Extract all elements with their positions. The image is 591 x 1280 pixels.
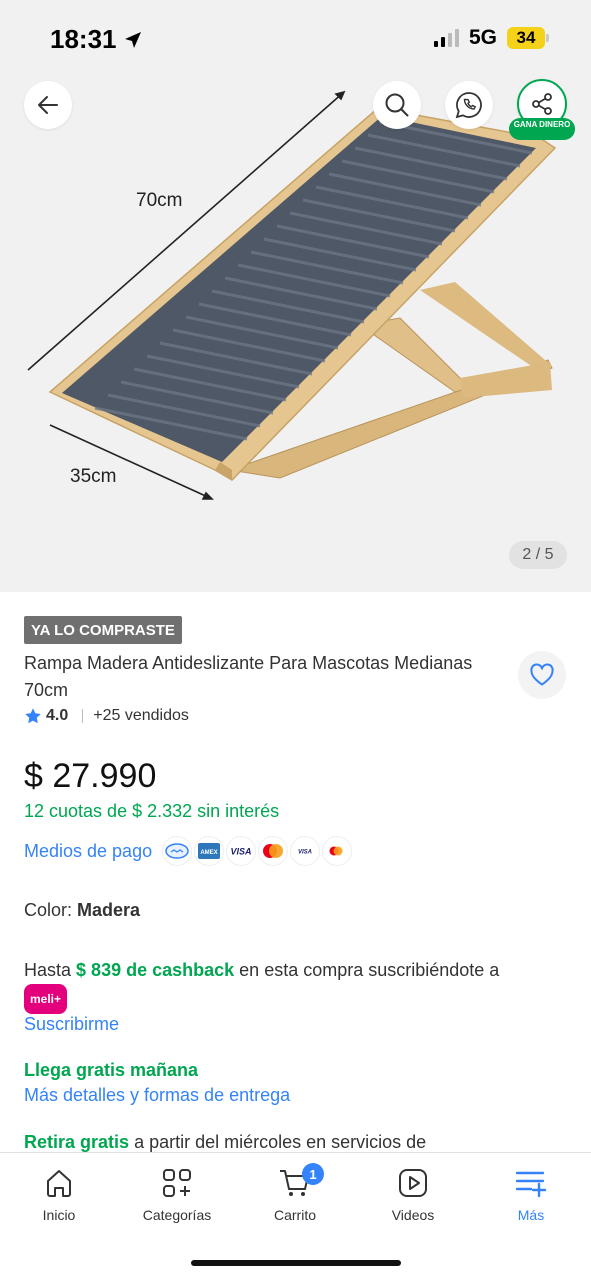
- cashback-suffix: en esta compra suscribiéndote a: [239, 960, 500, 980]
- product-image[interactable]: 70cm 35cm: [0, 0, 591, 592]
- network-type: 5G: [468, 26, 497, 49]
- nav-home[interactable]: Inicio: [4, 1167, 114, 1223]
- installments: 12 cuotas de $ 2.332 sin interés: [24, 801, 280, 821]
- share-icon: [532, 93, 552, 115]
- pickup-text: a partir del miércoles en servicios de: [134, 1132, 427, 1152]
- cashback-info: Hasta $ 839 de cashback en esta compra s…: [24, 956, 504, 1014]
- search-button[interactable]: [373, 81, 421, 129]
- visa-icon: VISA: [226, 836, 257, 866]
- mastercard-icon: [258, 836, 289, 866]
- earn-money-badge[interactable]: GANA DINERO: [509, 118, 575, 140]
- purchased-badge: YA LO COMPRASTE: [24, 616, 182, 644]
- arrow-left-icon: [38, 96, 58, 114]
- home-icon: [47, 1170, 71, 1197]
- payment-methods-row[interactable]: Medios de pago AMEX VISA VISA: [24, 836, 354, 866]
- nav-videos[interactable]: Videos: [358, 1167, 468, 1223]
- free-delivery: Llega gratis mañana: [24, 1060, 199, 1080]
- status-bar: 18:31 5G 34: [0, 0, 591, 78]
- nav-more-label: Más: [517, 1207, 545, 1223]
- mastercard-debit-icon: [322, 836, 353, 866]
- svg-text:AMEX: AMEX: [200, 850, 217, 856]
- product-title: Rampa Madera Antideslizante Para Mascota…: [24, 653, 473, 700]
- pickup-prefix: Retira gratis: [24, 1132, 130, 1152]
- nav-categories[interactable]: Categorías: [122, 1167, 232, 1223]
- status-time: 18:31: [50, 24, 143, 55]
- more-icon: [515, 1171, 547, 1198]
- location-arrow-icon: [124, 31, 141, 48]
- favorite-button[interactable]: [518, 651, 566, 699]
- payment-methods-link[interactable]: Medios de pago: [24, 841, 152, 862]
- svg-text:VISA: VISA: [298, 850, 312, 856]
- rating-row[interactable]: 4.0 +25 vendidos: [24, 707, 189, 725]
- battery-icon: 34: [507, 27, 549, 49]
- delivery-details-link[interactable]: Más detalles y formas de entrega: [24, 1085, 290, 1106]
- status-indicators: 5G 34: [433, 26, 549, 50]
- whatsapp-icon: [455, 92, 482, 119]
- pickup-info: Retira gratis a partir del miércoles en …: [24, 1132, 426, 1153]
- cart-count-badge: 1: [302, 1163, 324, 1185]
- amex-icon: AMEX: [194, 836, 225, 866]
- meli-plus-badge: meli+: [24, 984, 68, 1014]
- back-button[interactable]: [24, 81, 72, 129]
- signal-icon: [433, 29, 459, 47]
- nav-cart[interactable]: 1 Carrito: [240, 1163, 350, 1223]
- video-icon: [399, 1169, 427, 1197]
- price: $ 27.990: [24, 757, 157, 795]
- nav-more[interactable]: Más: [476, 1167, 586, 1223]
- categories-icon: [163, 1169, 191, 1197]
- heart-icon: [530, 663, 554, 686]
- color-value: Madera: [77, 900, 141, 920]
- star-icon: [25, 708, 41, 724]
- subscribe-link[interactable]: Suscribirme: [24, 1014, 119, 1035]
- cashback-amount: $ 839 de cashback: [76, 960, 235, 980]
- dimension-width-label: 35cm: [70, 466, 116, 487]
- product-gallery[interactable]: 70cm 35cm GANA DINERO 2 / 5: [0, 0, 591, 592]
- dimension-length-label: 70cm: [136, 190, 182, 211]
- nav-videos-label: Videos: [391, 1207, 435, 1223]
- clock: 18:31: [50, 24, 117, 54]
- rating-value: 4.0: [46, 707, 69, 724]
- mercadopago-icon: [162, 836, 193, 866]
- whatsapp-button[interactable]: [445, 81, 493, 129]
- color-label: Color:: [24, 900, 73, 920]
- battery-level: 34: [507, 27, 545, 49]
- nav-categories-label: Categorías: [142, 1207, 212, 1223]
- visa-debit-icon: VISA: [290, 836, 321, 866]
- image-counter: 2 / 5: [509, 541, 567, 569]
- color-selector[interactable]: Color: Madera: [24, 900, 140, 921]
- nav-home-label: Inicio: [42, 1207, 76, 1223]
- search-icon: [385, 93, 409, 117]
- svg-text:VISA: VISA: [231, 847, 252, 857]
- sold-count: +25 vendidos: [93, 707, 189, 724]
- cashback-prefix: Hasta: [24, 960, 72, 980]
- nav-cart-label: Carrito: [273, 1207, 316, 1223]
- home-indicator: [191, 1260, 401, 1266]
